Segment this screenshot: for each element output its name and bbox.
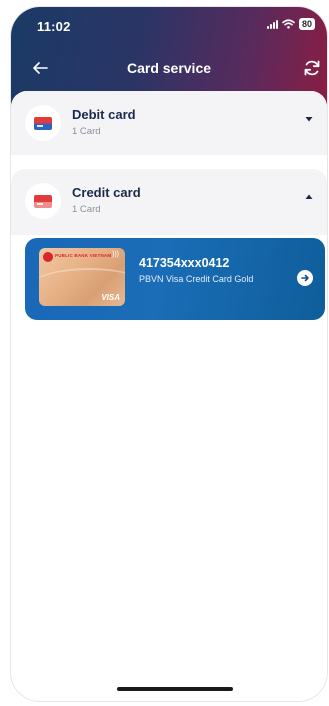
wifi-icon bbox=[282, 19, 295, 29]
credit-card-count: 1 Card bbox=[72, 204, 101, 215]
signal-icon bbox=[266, 19, 278, 29]
contactless-icon: ))) bbox=[112, 251, 119, 258]
chevron-up-icon bbox=[305, 194, 313, 199]
nav-bar: Card service bbox=[11, 51, 327, 85]
status-icons: 80 bbox=[266, 18, 315, 30]
battery-icon: 80 bbox=[298, 18, 315, 30]
card-number: 417354xxx0412 bbox=[139, 256, 230, 270]
credit-card-item[interactable]: PUBLIC BANK VIETNAM ))) VISA 417354xxx04… bbox=[25, 238, 325, 320]
home-indicator bbox=[117, 687, 233, 691]
page-title: Card service bbox=[126, 60, 212, 76]
bank-logo-icon bbox=[43, 252, 53, 262]
card-detail-button[interactable] bbox=[297, 270, 313, 286]
credit-card-group-header[interactable]: Credit card 1 Card bbox=[11, 175, 327, 229]
refresh-icon bbox=[304, 60, 320, 76]
status-bar: 11:02 80 bbox=[11, 7, 327, 39]
credit-card-icon bbox=[25, 183, 61, 219]
refresh-button[interactable] bbox=[301, 57, 323, 79]
phone-screen: 11:02 80 Card service Debit card 1 Card … bbox=[10, 6, 328, 702]
debit-card-group-header[interactable]: Debit card 1 Card bbox=[11, 97, 327, 151]
card-issuer: PUBLIC BANK VIETNAM bbox=[55, 253, 112, 258]
status-time: 11:02 bbox=[37, 19, 71, 34]
debit-card-title: Debit card bbox=[72, 107, 136, 122]
credit-card-title: Credit card bbox=[72, 185, 141, 200]
card-network: VISA bbox=[101, 293, 120, 302]
chevron-down-icon bbox=[305, 117, 313, 122]
debit-card-icon bbox=[25, 105, 61, 141]
card-thumbnail: PUBLIC BANK VIETNAM ))) VISA bbox=[39, 248, 125, 306]
card-product-name: PBVN Visa Credit Card Gold bbox=[139, 274, 254, 284]
content-area: Debit card 1 Card Credit card 1 Card PUB… bbox=[11, 91, 327, 701]
debit-card-count: 1 Card bbox=[72, 126, 101, 137]
arrow-right-icon bbox=[301, 274, 309, 282]
